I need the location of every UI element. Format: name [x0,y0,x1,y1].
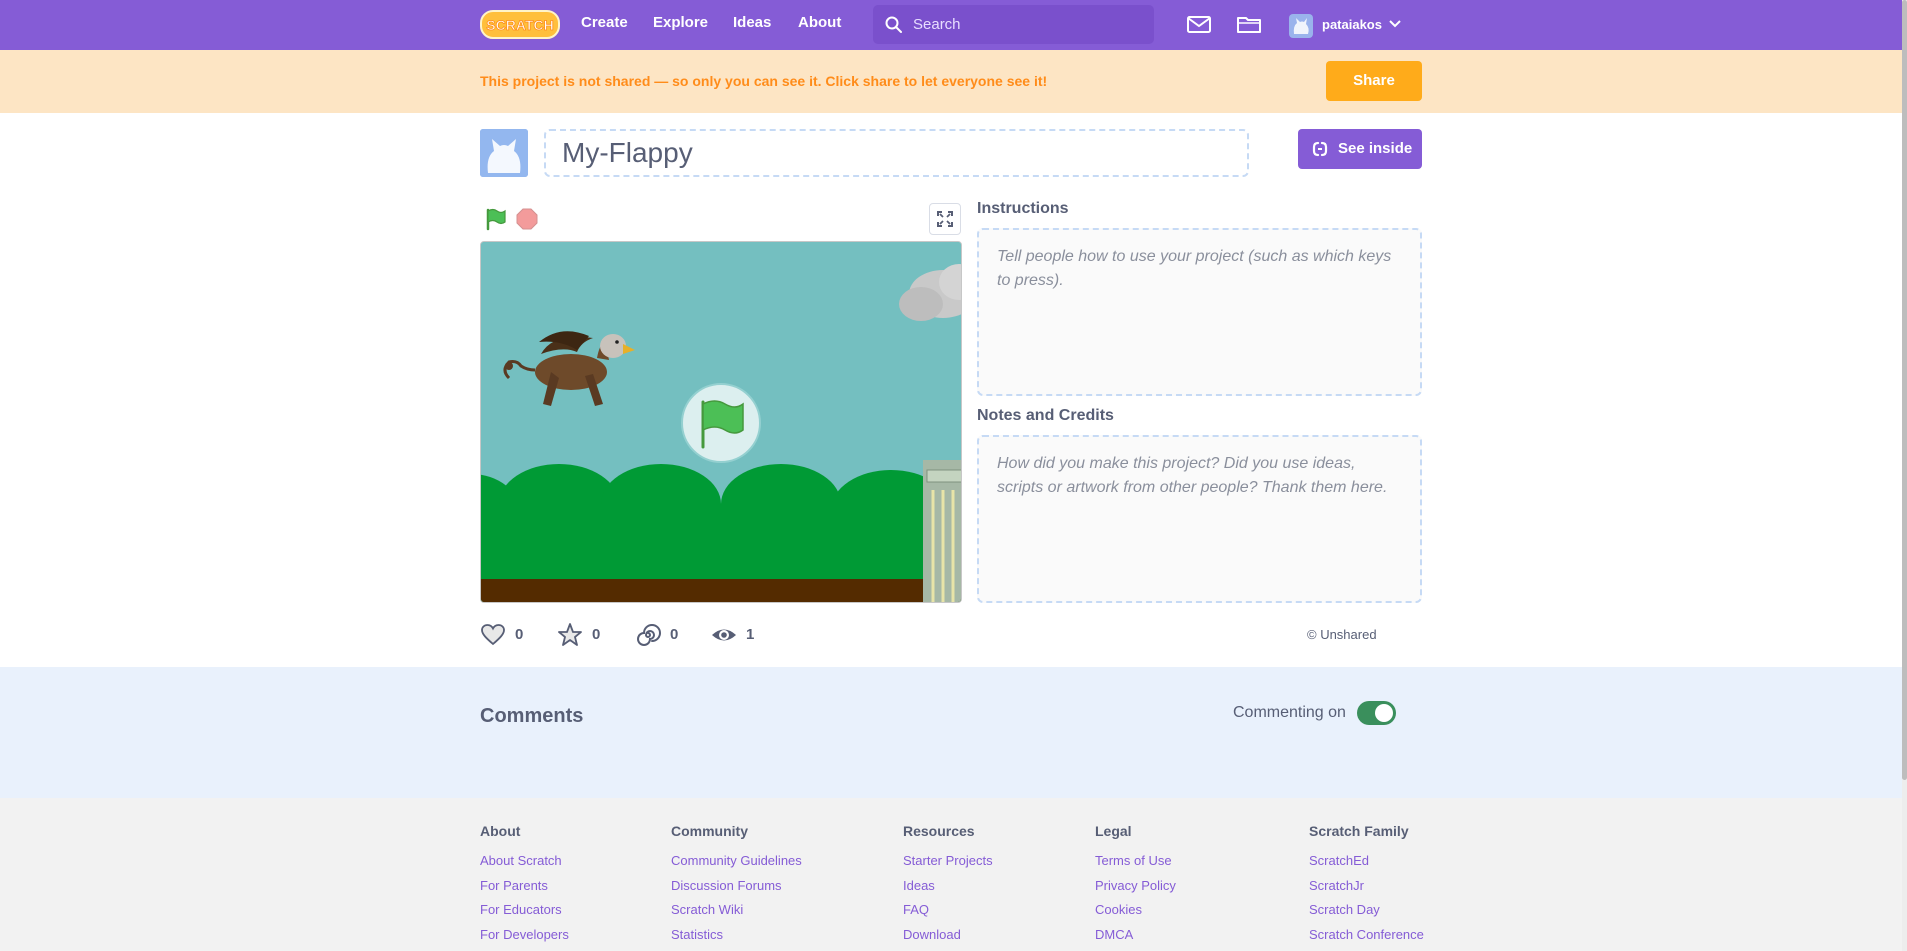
footer-column-resources: Resources Starter Projects Ideas FAQ Dow… [903,823,993,949]
search-box [873,5,1154,44]
see-inside-icon [1312,141,1328,157]
page-scrollbar[interactable] [1902,0,1907,951]
commenting-status-label: Commenting on [1233,704,1346,721]
search-input[interactable] [913,13,1143,35]
big-green-flag-icon[interactable] [681,383,761,463]
footer-link[interactable]: ScratchEd [1309,851,1424,876]
footer-link[interactable]: Scratch Conference [1309,925,1424,950]
pipe-sprite [923,460,961,602]
project-title-input[interactable] [546,131,1247,175]
chevron-down-icon[interactable] [1388,18,1402,30]
fullscreen-icon [937,211,953,227]
footer-column-scratch-family: Scratch Family ScratchEd ScratchJr Scrat… [1309,823,1424,949]
footer-link[interactable]: Community Guidelines [671,851,802,876]
instructions-box [977,228,1422,396]
footer-link[interactable]: Privacy Policy [1095,876,1176,901]
footer-link[interactable]: Discussion Forums [671,876,802,901]
project-stage[interactable] [480,241,962,603]
username-label[interactable]: pataiakos [1322,17,1382,32]
commenting-toggle[interactable] [1357,701,1396,725]
footer-column-about: About About Scratch For Parents For Educ… [480,823,569,949]
nav-ideas-link[interactable]: Ideas [733,14,771,31]
footer-link[interactable]: About Scratch [480,851,569,876]
footer-link[interactable]: Scratch Wiki [671,900,802,925]
search-icon [885,16,902,33]
license-label: © Unshared [1307,627,1377,642]
fullscreen-button[interactable] [929,203,961,235]
remix-swirl-icon [637,624,661,646]
footer-heading: Community [671,823,748,839]
footer-heading: Legal [1095,823,1132,839]
footer-column-community: Community Community Guidelines Discussio… [671,823,802,949]
see-inside-button[interactable]: See inside [1298,129,1422,169]
footer-link[interactable]: DMCA [1095,925,1176,950]
toggle-knob [1375,704,1393,722]
notes-credits-textarea[interactable] [979,437,1420,601]
footer-link[interactable]: For Parents [480,876,569,901]
footer-link[interactable]: ScratchJr [1309,876,1424,901]
footer-link[interactable]: Statistics [671,925,802,950]
see-inside-label: See inside [1338,140,1413,157]
nav-about-link[interactable]: About [798,14,841,31]
stop-icon[interactable] [516,208,538,230]
footer-heading: About [480,823,521,839]
nav-create-link[interactable]: Create [581,14,628,31]
love-count: 0 [515,626,524,643]
nav-explore-link[interactable]: Explore [653,14,708,31]
instructions-heading: Instructions [977,200,1069,217]
comments-section: Comments Commenting on [0,667,1907,798]
notes-credits-box [977,435,1422,603]
footer-link[interactable]: Scratch Day [1309,900,1424,925]
user-avatar[interactable] [1289,14,1313,38]
footer-column-legal: Legal Terms of Use Privacy Policy Cookie… [1095,823,1176,949]
comments-title: Comments [480,705,584,727]
views-count: 1 [746,626,755,643]
project-author-avatar[interactable] [480,129,528,177]
star-icon [558,623,582,646]
not-shared-message: This project is not shared — so only you… [480,73,1048,89]
footer-link[interactable]: Ideas [903,876,993,901]
ground [481,579,961,602]
notes-credits-heading: Notes and Credits [977,407,1114,424]
top-nav-bar: SCRATCH Create Explore Ideas About patai… [0,0,1907,50]
footer-link[interactable]: Starter Projects [903,851,993,876]
footer-link[interactable]: Terms of Use [1095,851,1176,876]
footer-link[interactable]: Cookies [1095,900,1176,925]
remix-count: 0 [670,626,679,643]
footer-heading: Scratch Family [1309,823,1409,839]
project-title-field [544,129,1249,177]
instructions-textarea[interactable] [979,230,1420,394]
scratch-logo[interactable]: SCRATCH [480,9,560,40]
scrollbar-thumb[interactable] [1902,0,1907,780]
footer-link[interactable]: Download [903,925,993,950]
footer-link[interactable]: For Educators [480,900,569,925]
footer-link[interactable]: For Developers [480,925,569,950]
favorite-count: 0 [592,626,601,643]
messages-icon[interactable] [1186,12,1212,36]
footer-link[interactable]: FAQ [903,900,993,925]
heart-icon [481,624,505,646]
share-button[interactable]: Share [1326,61,1422,101]
footer: About About Scratch For Parents For Educ… [0,798,1907,951]
green-flag-icon[interactable] [484,207,508,231]
not-shared-banner: This project is not shared — so only you… [0,50,1907,113]
footer-heading: Resources [903,823,975,839]
svg-text:SCRATCH: SCRATCH [486,17,553,33]
eye-icon [712,629,736,641]
my-stuff-folder-icon[interactable] [1236,12,1262,36]
